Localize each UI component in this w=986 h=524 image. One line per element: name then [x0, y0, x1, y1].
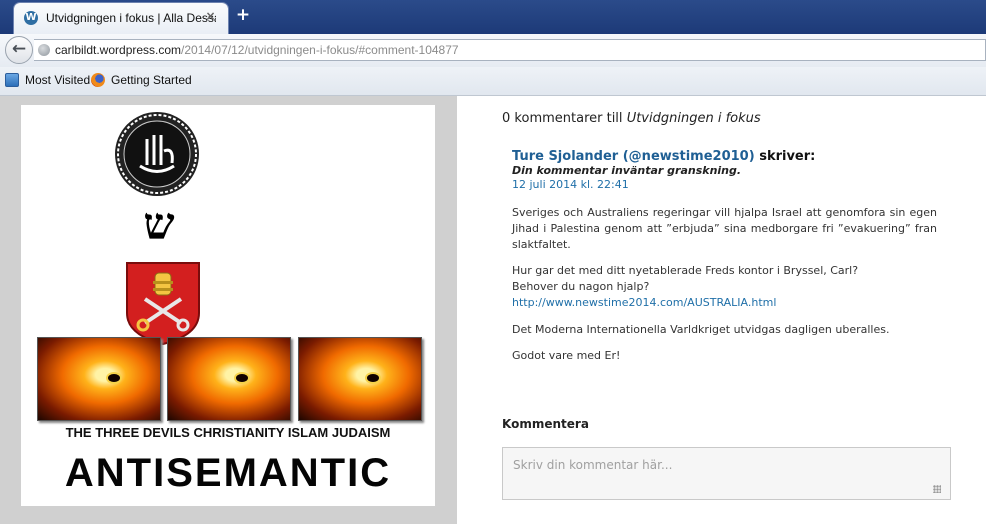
url-domain: carlbildt.wordpress.com: [55, 43, 182, 57]
flame-panel-3: [298, 337, 422, 421]
demon-eye: [234, 372, 250, 384]
url-text: carlbildt.wordpress.com/2014/07/12/utvid…: [55, 43, 459, 57]
most-visited-icon: [5, 73, 19, 87]
comment-says: skriver:: [759, 149, 816, 164]
comment-line: Hur gar det med ditt nyetablerade Freds …: [512, 264, 859, 277]
artwork-image: ש THE THREE DEVILS CHRISTIANITY ISLAM JU…: [21, 105, 435, 506]
comment-line: Behover du nagon hjalp?: [512, 280, 650, 293]
moderation-notice: Din kommentar inväntar granskning.: [512, 164, 742, 177]
papal-shield-icon: [126, 262, 200, 346]
url-path: /2014/07/12/utvidgningen-i-fokus/#commen…: [181, 43, 459, 57]
tab-bar: W Utvidgningen i fokus | Alla Dessa ... …: [0, 0, 986, 34]
bookmark-label: Most Visited: [25, 73, 91, 87]
resize-handle-icon[interactable]: [933, 485, 941, 493]
demon-eye: [106, 372, 122, 384]
url-field[interactable]: carlbildt.wordpress.com/2014/07/12/utvid…: [34, 39, 986, 61]
comment-paragraph: Sveriges och Australiens regeringar vill…: [512, 206, 937, 251]
bookmark-most-visited[interactable]: Most Visited: [5, 73, 90, 87]
hebrew-shin-glyph: ש: [143, 199, 175, 250]
tab-active[interactable]: W Utvidgningen i fokus | Alla Dessa ... …: [14, 3, 228, 34]
demon-eye: [365, 372, 381, 384]
flame-panel-2: [167, 337, 291, 421]
tab-title: Utvidgningen i fokus | Alla Dessa ...: [46, 11, 216, 25]
comment-placeholder: Skriv din kommentar här...: [513, 458, 673, 472]
comment-author-line: Ture Sjolander (@newstime2010) skriver:: [512, 149, 937, 164]
bookmarks-toolbar: Most Visited Getting Started: [0, 67, 986, 96]
comment-count: 0: [502, 111, 511, 126]
comments-column: 0 kommentarer till Utvidgningen i fokus …: [457, 96, 986, 524]
new-tab-button[interactable]: +: [234, 6, 252, 24]
bookmark-label: Getting Started: [111, 73, 192, 87]
comments-heading: 0 kommentarer till Utvidgningen i fokus: [502, 111, 761, 126]
post-title: Utvidgningen i fokus: [626, 111, 761, 126]
comments-heading-text: kommentarer till: [514, 111, 623, 126]
comment-textarea[interactable]: Skriv din kommentar här...: [502, 447, 951, 500]
comment-item: Ture Sjolander (@newstime2010) skriver: …: [512, 149, 937, 364]
wordpress-icon: W: [24, 11, 38, 25]
firefox-icon: [91, 73, 105, 87]
comment-author-link[interactable]: Ture Sjolander (@newstime2010): [512, 149, 755, 164]
left-column: ש THE THREE DEVILS CHRISTIANITY ISLAM JU…: [0, 96, 457, 524]
comment-paragraph: Det Moderna Internationella Varldkriget …: [512, 323, 890, 336]
comment-url-link[interactable]: http://www.newstime2014.com/AUSTRALIA.ht…: [512, 296, 776, 309]
flame-panel-1: [37, 337, 161, 421]
globe-icon: [38, 44, 50, 56]
artwork-caption: THE THREE DEVILS CHRISTIANITY ISLAM JUDA…: [65, 425, 391, 440]
bookmark-getting-started[interactable]: Getting Started: [91, 73, 192, 87]
page-content: ש THE THREE DEVILS CHRISTIANITY ISLAM JU…: [0, 96, 986, 524]
comment-paragraph: Godot vare med Er!: [512, 349, 621, 362]
allah-seal-icon: [115, 112, 199, 196]
artwork-headline: ANTISEMANTIC: [64, 451, 392, 495]
close-tab-icon[interactable]: ×: [203, 9, 218, 24]
comment-date-link[interactable]: 12 juli 2014 kl. 22:41: [512, 178, 937, 192]
reply-heading: Kommentera: [502, 417, 589, 431]
navigation-bar: ← carlbildt.wordpress.com/2014/07/12/utv…: [0, 34, 986, 68]
back-button[interactable]: ←: [5, 36, 33, 64]
comment-paragraph: Hur gar det med ditt nyetablerade Freds …: [512, 263, 937, 311]
